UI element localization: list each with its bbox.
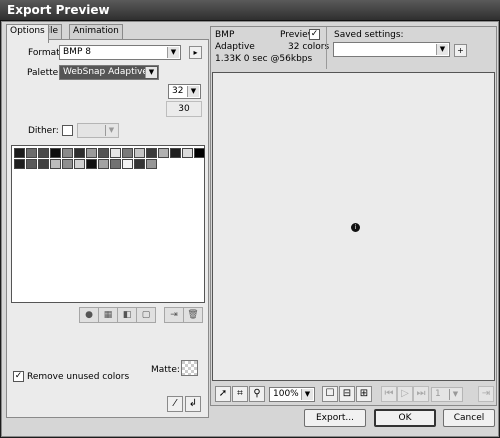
- transparent-icon[interactable]: ◧: [117, 307, 137, 323]
- palette-swatch[interactable]: [134, 148, 145, 158]
- palette-swatch[interactable]: [146, 148, 157, 158]
- ok-button[interactable]: OK: [374, 409, 436, 427]
- palette-swatch[interactable]: [194, 148, 205, 158]
- preview-format: BMP: [215, 30, 235, 40]
- saved-settings-label: Saved settings:: [334, 30, 404, 40]
- save-settings-button[interactable]: +: [454, 44, 467, 57]
- chevron-down-icon: ▼: [449, 389, 461, 400]
- preview-checkbox[interactable]: ✓: [309, 29, 320, 40]
- remove-unused-checkbox[interactable]: ✓: [13, 371, 24, 382]
- split-view-icon[interactable]: ⊟: [339, 386, 355, 402]
- palette-swatch[interactable]: [14, 159, 25, 169]
- preview-colors-count: 32 colors: [288, 42, 330, 52]
- palette-swatch[interactable]: [110, 159, 121, 169]
- palette-swatch[interactable]: [38, 159, 49, 169]
- chevron-down-icon: ▼: [105, 125, 117, 136]
- preview-canvas[interactable]: i: [212, 72, 495, 381]
- divider: [326, 27, 327, 69]
- palette-label: Palette:: [27, 68, 62, 78]
- single-view-icon[interactable]: ☐: [322, 386, 338, 402]
- first-frame-icon[interactable]: ⏮: [381, 386, 397, 402]
- palette-swatch[interactable]: [170, 148, 181, 158]
- frame-select[interactable]: 1 ▼: [431, 387, 463, 402]
- quad-view-icon[interactable]: ⊞: [356, 386, 372, 402]
- preview-filesize: 1.33K 0 sec @56kbps: [215, 54, 313, 64]
- palette-select[interactable]: WebSnap Adaptive ▼: [59, 65, 159, 80]
- max-colors-select[interactable]: 32 ▼: [168, 84, 201, 99]
- palette-swatch[interactable]: [62, 148, 73, 158]
- delete-swatch-icon[interactable]: 🗑: [183, 307, 203, 323]
- palette-swatch[interactable]: [146, 159, 157, 169]
- palette-swatch[interactable]: [122, 148, 133, 158]
- palette-swatch[interactable]: [122, 159, 133, 169]
- format-options-button[interactable]: ▸: [189, 46, 202, 59]
- palette-swatch[interactable]: [110, 148, 121, 158]
- zoom-select[interactable]: 100% ▼: [269, 387, 315, 402]
- format-label: Format:: [28, 48, 63, 58]
- palette-swatch[interactable]: [14, 148, 25, 158]
- export-preview-dialog: Options File Animation Format: BMP 8 ▼ ▸…: [1, 21, 499, 437]
- add-swatch-icon[interactable]: ⇥: [164, 307, 184, 323]
- format-select[interactable]: BMP 8 ▼: [59, 45, 181, 60]
- matte-color-swatch[interactable]: [181, 360, 198, 376]
- palette-swatch[interactable]: [26, 159, 37, 169]
- saved-settings-select[interactable]: ▼: [333, 42, 450, 57]
- palette-swatch[interactable]: [86, 148, 97, 158]
- cancel-button[interactable]: Cancel: [443, 409, 495, 427]
- matte-label: Matte:: [151, 365, 180, 375]
- last-frame-icon[interactable]: ⏭: [413, 386, 429, 402]
- dither-amount-select[interactable]: ▼: [77, 123, 119, 138]
- palette-swatch[interactable]: [38, 148, 49, 158]
- chevron-down-icon: ▼: [301, 389, 313, 400]
- lock-icon[interactable]: ▢: [136, 307, 156, 323]
- palette-swatch[interactable]: [86, 159, 97, 169]
- dither-checkbox[interactable]: [62, 125, 73, 136]
- play-icon[interactable]: ▷: [397, 386, 413, 402]
- color-palette[interactable]: [11, 145, 205, 303]
- tab-options[interactable]: Options: [6, 24, 49, 43]
- grid-icon[interactable]: ▦: [98, 307, 118, 323]
- palette-swatch[interactable]: [74, 159, 85, 169]
- title-bar: Export Preview: [0, 0, 500, 21]
- window-title: Export Preview: [7, 3, 110, 17]
- circle-icon[interactable]: ●: [79, 307, 99, 323]
- zoom-tool-icon[interactable]: ⚲: [249, 386, 265, 402]
- palette-swatch[interactable]: [50, 148, 61, 158]
- preview-palette: Adaptive: [215, 42, 255, 52]
- palette-swatch[interactable]: [158, 148, 169, 158]
- info-icon: i: [351, 223, 360, 232]
- preview-panel: BMP Adaptive 1.33K 0 sec @56kbps Preview…: [210, 26, 497, 406]
- palette-swatch[interactable]: [134, 159, 145, 169]
- optimize-to-size-icon[interactable]: ↲: [185, 396, 201, 412]
- crop-tool-icon[interactable]: ⌗: [232, 386, 248, 402]
- chevron-down-icon: ▼: [187, 86, 199, 97]
- palette-swatch[interactable]: [98, 148, 109, 158]
- chevron-down-icon: ▼: [167, 47, 179, 58]
- options-panel: Format: BMP 8 ▼ ▸ Palette: WebSnap Adapt…: [6, 39, 209, 418]
- chevron-down-icon: ▼: [436, 44, 448, 55]
- dither-label: Dither:: [28, 126, 59, 136]
- palette-swatch[interactable]: [74, 148, 85, 158]
- colors-count: 30: [166, 101, 202, 117]
- palette-swatch[interactable]: [98, 159, 109, 169]
- chevron-down-icon: ▼: [145, 67, 157, 78]
- palette-swatch[interactable]: [50, 159, 61, 169]
- pointer-tool-icon[interactable]: ➚: [215, 386, 231, 402]
- magic-wand-icon[interactable]: ⁄: [167, 396, 183, 412]
- next-frame-icon[interactable]: ⇥: [478, 386, 494, 402]
- export-button[interactable]: Export...: [304, 409, 366, 427]
- palette-swatch[interactable]: [182, 148, 193, 158]
- palette-swatch[interactable]: [26, 148, 37, 158]
- palette-swatch[interactable]: [62, 159, 73, 169]
- remove-unused-label: Remove unused colors: [27, 372, 130, 382]
